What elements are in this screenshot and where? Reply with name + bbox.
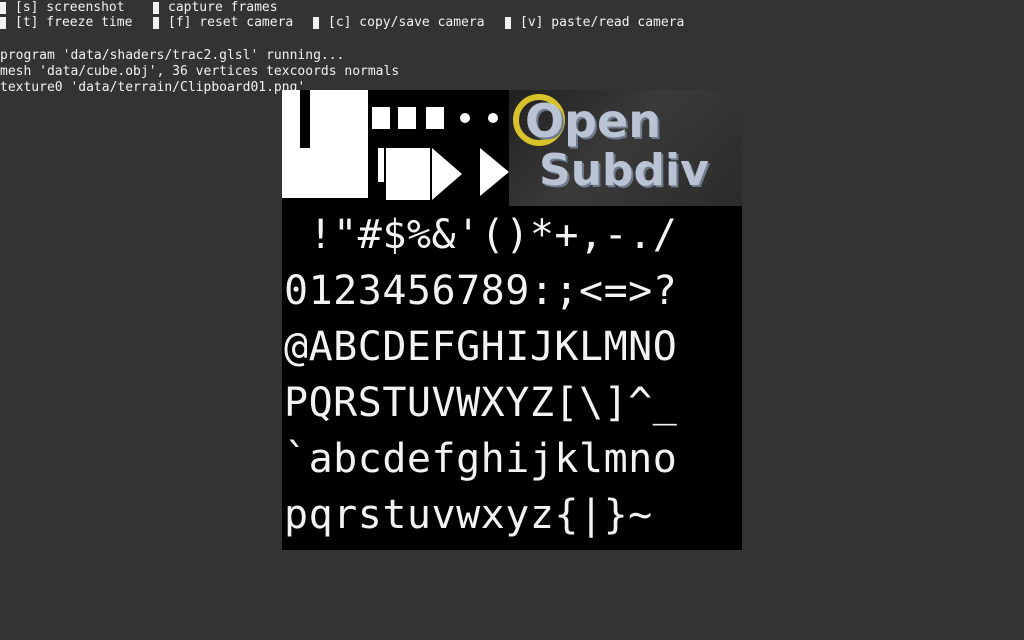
copy-save-camera-label: [c] copy/save camera xyxy=(328,15,485,30)
glyph-row: !"#$%&'()*+,-./ xyxy=(282,206,742,264)
status-texture: texture0 'data/terrain/Clipboard01.png' xyxy=(0,80,306,95)
capture-frames-label: capture frames xyxy=(168,0,278,15)
capture-frames-toggle[interactable]: capture frames xyxy=(153,1,278,15)
glyph-row-text: PQRSTUVWXYZ[\]^_ xyxy=(284,380,678,426)
glyph-row: 0123456789:;<=>? xyxy=(282,262,742,320)
freeze-time-label: [t] freeze time xyxy=(15,15,133,30)
checkbox-icon[interactable] xyxy=(505,17,511,29)
glyph-row: pqrstuvwxyz{|}~ xyxy=(282,486,742,544)
screenshot-label: [s] screenshot xyxy=(15,0,125,15)
checkbox-icon[interactable] xyxy=(0,2,6,14)
reset-camera-toggle[interactable]: [f] reset camera xyxy=(153,16,293,30)
glyph-row: `abcdefghijklmno xyxy=(282,430,742,488)
status-mesh: mesh 'data/cube.obj', 36 vertices texcoo… xyxy=(0,64,400,79)
opensubdiv-logo: Open Subdiv xyxy=(509,90,742,206)
glyph-row-text: 0123456789:;<=>? xyxy=(284,268,678,314)
logo-text-open: Open xyxy=(525,94,661,148)
glyph-row-text: `abcdefghijklmno xyxy=(284,436,678,482)
checkbox-icon[interactable] xyxy=(0,17,6,29)
status-program: program 'data/shaders/trac2.glsl' runnin… xyxy=(0,48,345,63)
checkbox-icon[interactable] xyxy=(153,2,159,14)
render-viewport[interactable]: Open Subdiv !"#$%&'()*+,-./ 0123456789:;… xyxy=(282,90,742,550)
glyph-row: @ABCDEFGHIJKLMNO xyxy=(282,318,742,376)
copy-save-camera-toggle[interactable]: [c] copy/save camera xyxy=(313,16,485,30)
paste-read-camera-label: [v] paste/read camera xyxy=(520,15,685,30)
glyph-row: PQRSTUVWXYZ[\]^_ xyxy=(282,374,742,432)
hud-toolbar: [s] screenshot capture frames [t] freeze… xyxy=(0,0,1024,40)
checkbox-icon[interactable] xyxy=(153,17,159,29)
texture-symbol-tiles xyxy=(282,90,509,206)
reset-camera-label: [f] reset camera xyxy=(168,15,294,30)
checkbox-icon[interactable] xyxy=(313,17,319,29)
glyph-row-text: @ABCDEFGHIJKLMNO xyxy=(284,324,678,370)
glyph-row-text: pqrstuvwxyz{|}~ xyxy=(284,492,653,538)
logo-text-subdiv: Subdiv xyxy=(539,145,709,196)
glyph-row-text: !"#$%&'()*+,-./ xyxy=(284,212,678,258)
paste-read-camera-toggle[interactable]: [v] paste/read camera xyxy=(505,16,684,30)
screenshot-toggle[interactable]: [s] screenshot xyxy=(0,1,125,15)
freeze-time-toggle[interactable]: [t] freeze time xyxy=(0,16,132,30)
